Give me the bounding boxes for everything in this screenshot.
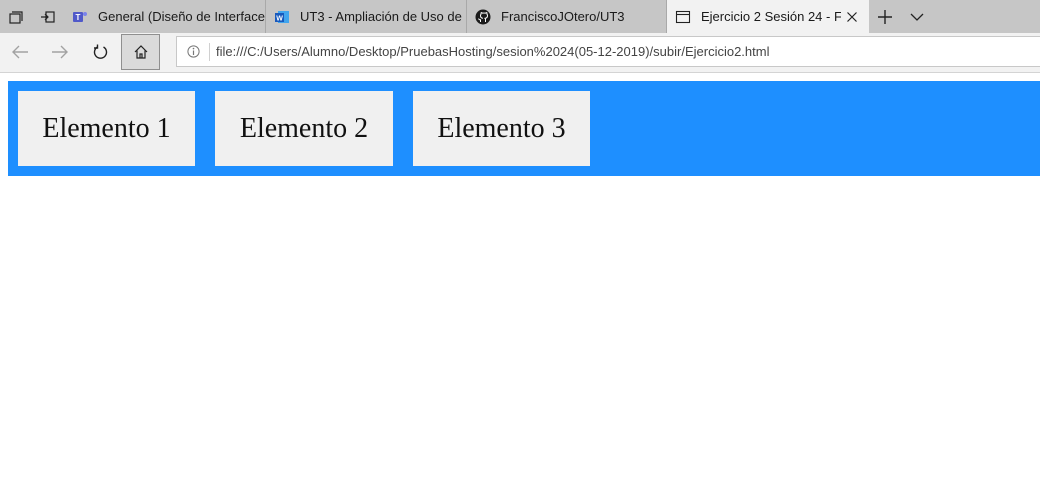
horizontal-menu: Elemento 1 Elemento 2 Elemento 3 [8,81,1040,176]
tab-strip: T General (Diseño de Interfaces W UT3 - … [0,0,1040,33]
teams-icon: T [72,9,88,25]
refresh-icon [93,44,107,59]
close-tab-button[interactable] [841,6,863,28]
address-bar[interactable]: file:///C:/Users/Alumno/Desktop/PruebasH… [176,36,1040,67]
new-tab-button[interactable] [869,0,901,33]
tab-label: Ejercicio 2 Sesión 24 - F [701,9,841,24]
word-icon: W [274,9,290,25]
svg-text:W: W [276,15,283,22]
arrow-right-icon [52,45,68,59]
back-button[interactable] [1,33,39,71]
forward-button[interactable] [41,33,79,71]
svg-text:T: T [76,13,81,22]
tab-manager-button[interactable] [0,0,32,33]
tab-ejercicio2[interactable]: Ejercicio 2 Sesión 24 - F [667,0,869,33]
set-tabs-aside-button[interactable] [32,0,64,33]
set-aside-icon [41,10,55,23]
url-text[interactable]: file:///C:/Users/Alumno/Desktop/PruebasH… [216,44,769,59]
tab-manager-icon [9,10,23,24]
home-icon [134,45,147,59]
tab-word-doc[interactable]: W UT3 - Ampliación de Uso de [266,0,467,33]
home-button[interactable] [121,34,160,70]
chevron-down-icon [910,13,924,21]
plus-icon [878,9,892,24]
menu-item-1[interactable]: Elemento 1 [18,91,195,166]
github-icon [475,9,491,25]
menu-item-3[interactable]: Elemento 3 [413,91,590,166]
info-icon[interactable] [177,37,209,66]
navigation-bar: file:///C:/Users/Alumno/Desktop/PruebasH… [0,33,1040,73]
tab-label: FranciscoJOtero/UT3 [501,9,625,24]
tab-github[interactable]: FranciscoJOtero/UT3 [467,0,667,33]
page-icon [675,9,691,25]
menu-item-2[interactable]: Elemento 2 [215,91,393,166]
tab-preview-button[interactable] [901,0,933,33]
arrow-left-icon [12,45,28,59]
close-icon [847,11,857,22]
refresh-button[interactable] [81,33,119,71]
address-divider [209,42,210,61]
tab-teams[interactable]: T General (Diseño de Interfaces [64,0,266,33]
tab-label: UT3 - Ampliación de Uso de [300,9,462,24]
tab-label: General (Diseño de Interfaces [98,9,265,24]
